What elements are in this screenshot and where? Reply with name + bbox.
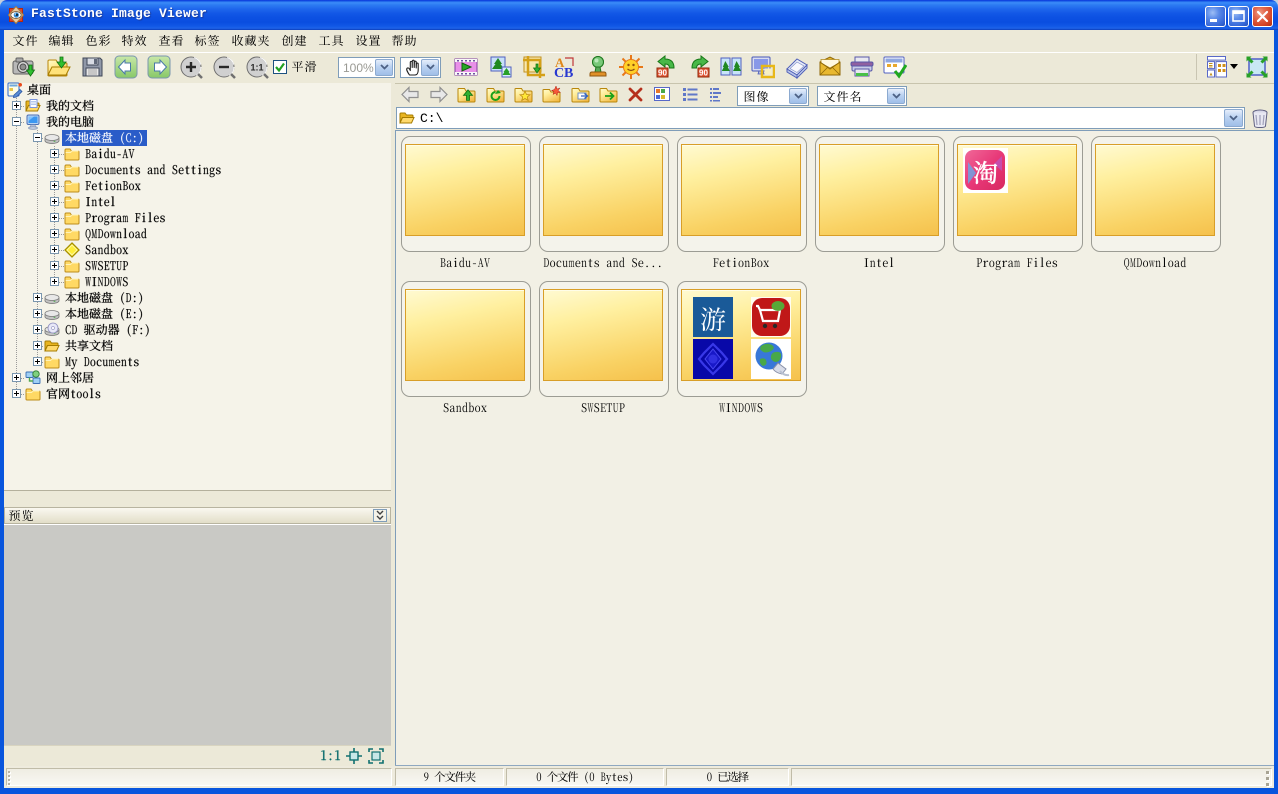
svg-text:B: B xyxy=(564,66,573,79)
svg-text:90: 90 xyxy=(699,69,708,78)
svg-text:90: 90 xyxy=(658,69,667,78)
svg-text:1:1: 1:1 xyxy=(250,63,263,73)
svg-text:C: C xyxy=(554,66,564,79)
